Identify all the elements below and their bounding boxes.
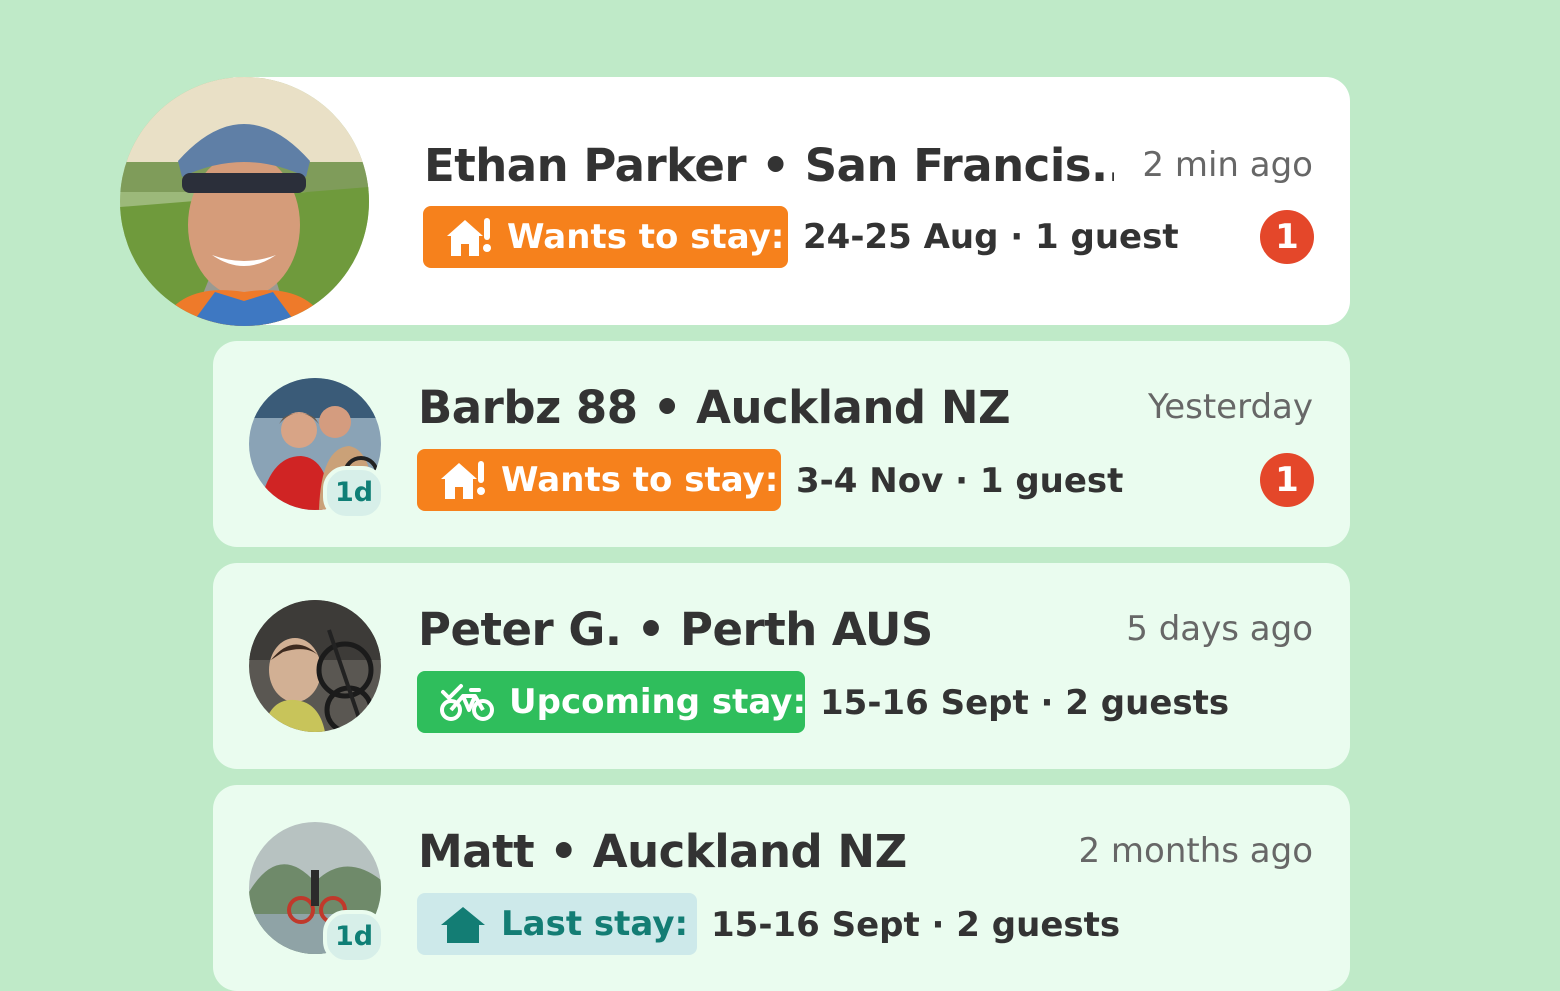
timestamp: Yesterday: [1147, 387, 1313, 427]
status-badge: Last stay:: [417, 893, 697, 955]
house-icon: [439, 903, 487, 945]
conversation-card[interactable]: Ethan Parker • San Francis... 2 min ago …: [120, 77, 1350, 326]
stay-details: 3-4 Nov · 1 guest: [796, 461, 1124, 501]
status-label: Upcoming stay:: [509, 682, 807, 722]
house-alert-icon: [439, 459, 487, 501]
status-label: Wants to stay:: [501, 460, 779, 500]
stay-details: 15-16 Sept · 2 guests: [820, 683, 1230, 723]
conversation-title: Barbz 88 • Auckland NZ: [418, 381, 1011, 434]
unread-count-badge: 1: [1260, 453, 1314, 507]
status-label: Wants to stay:: [507, 217, 785, 257]
avatar[interactable]: [120, 77, 369, 326]
conversation-title: Peter G. • Perth AUS: [418, 603, 933, 656]
avatar[interactable]: [249, 600, 381, 732]
stay-details: 24-25 Aug · 1 guest: [803, 217, 1179, 257]
age-badge: 1d: [323, 910, 385, 964]
conversation-title: Ethan Parker • San Francis...: [424, 139, 1114, 192]
house-alert-icon: [445, 216, 493, 258]
bike-check-icon: [439, 682, 495, 722]
timestamp: 2 min ago: [1142, 145, 1313, 185]
status-badge: Wants to stay:: [423, 206, 788, 268]
conversation-card[interactable]: 1d Barbz 88 • Auckland NZ Yesterday Want…: [213, 341, 1350, 547]
age-badge: 1d: [323, 466, 385, 520]
conversation-card[interactable]: 1d Matt • Auckland NZ 2 months ago Last …: [213, 785, 1350, 991]
timestamp: 2 months ago: [1078, 831, 1313, 871]
status-label: Last stay:: [501, 904, 689, 944]
status-badge: Upcoming stay:: [417, 671, 807, 733]
status-badge: Wants to stay:: [417, 449, 781, 511]
timestamp: 5 days ago: [1126, 609, 1313, 649]
conversation-title: Matt • Auckland NZ: [418, 825, 907, 878]
unread-count-badge: 1: [1260, 210, 1314, 264]
conversation-card[interactable]: Peter G. • Perth AUS 5 days ago Upcoming…: [213, 563, 1350, 769]
stay-details: 15-16 Sept · 2 guests: [711, 905, 1121, 945]
